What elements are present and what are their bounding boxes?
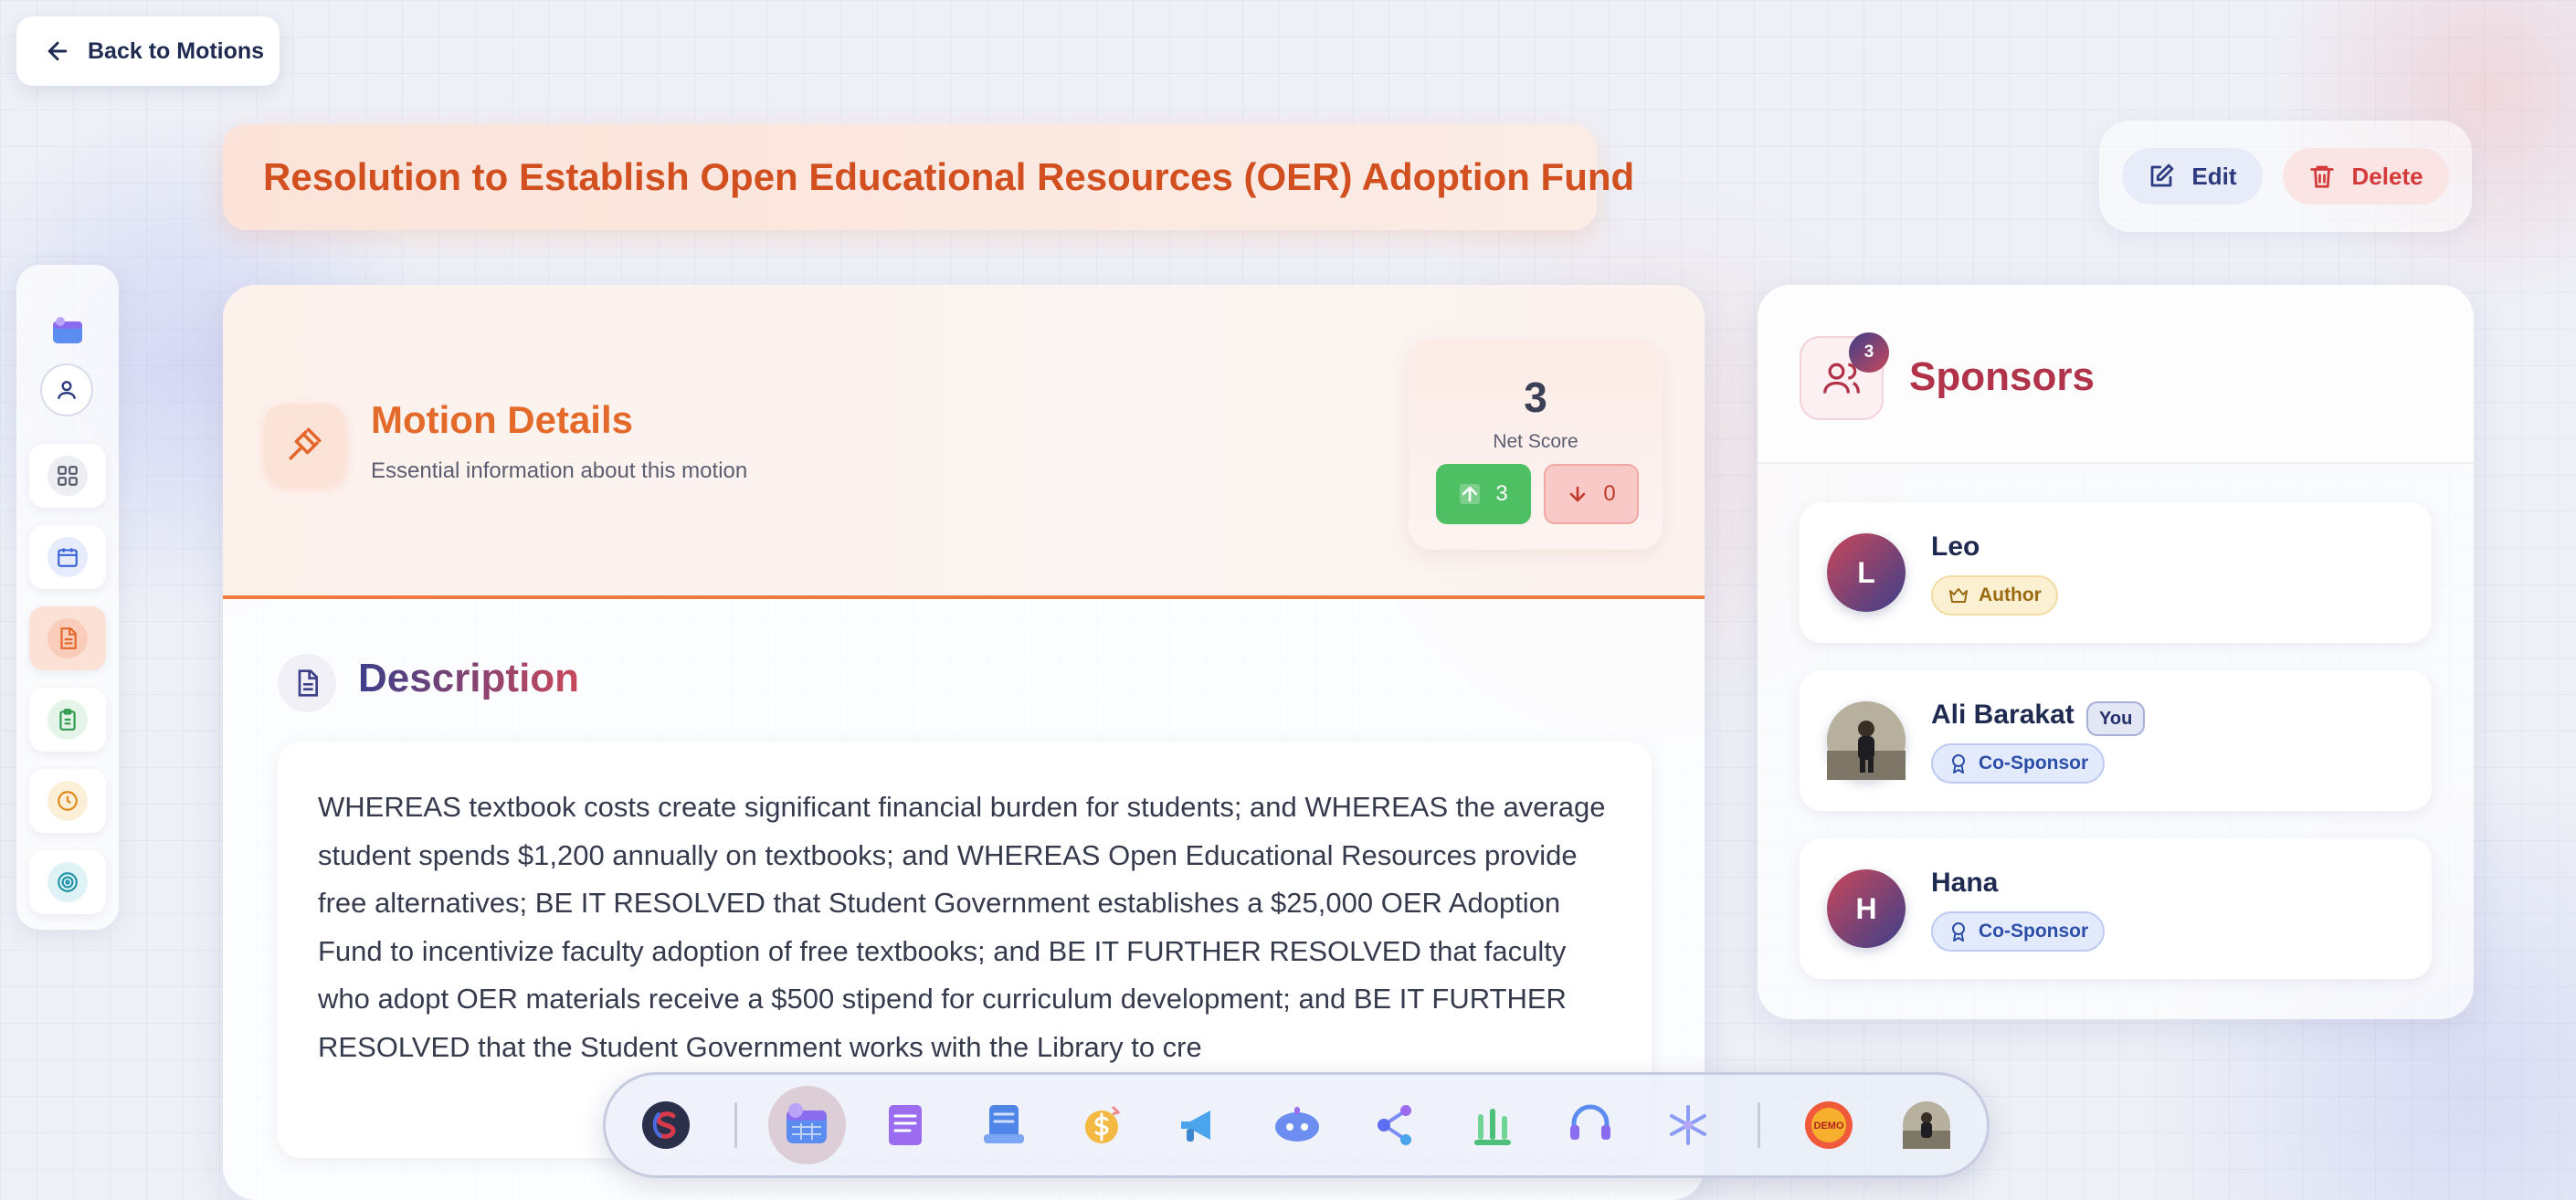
sponsors-title: Sponsors <box>1909 354 2095 399</box>
trash-icon <box>2309 165 2334 188</box>
demo-badge-icon[interactable]: DEMO <box>1800 1096 1858 1154</box>
app-dock: DEMO <box>603 1072 1990 1178</box>
snowflake-app-icon[interactable] <box>1660 1096 1717 1154</box>
arrow-down-icon <box>1570 486 1586 502</box>
award-icon <box>1952 922 1965 942</box>
back-label: Back to Motions <box>88 37 265 64</box>
page-title: Resolution to Establish Open Educational… <box>263 155 1635 198</box>
gavel-icon <box>265 404 345 484</box>
avatar: L <box>1827 533 1906 612</box>
sponsors-header: 3 Sponsors <box>1758 285 2474 464</box>
motion-actions: Edit Delete <box>2099 121 2472 232</box>
role-label: Co-Sponsor <box>1979 753 2089 774</box>
upvote-button[interactable]: 3 <box>1436 464 1531 524</box>
clock-icon <box>58 791 78 811</box>
net-score-panel: 3 Net Score 3 0 <box>1409 340 1663 550</box>
arrow-left-icon <box>48 41 68 61</box>
motion-title-banner: Resolution to Establish Open Educational… <box>223 124 1634 230</box>
support-app-icon[interactable] <box>1562 1096 1620 1154</box>
dock-divider <box>1757 1102 1760 1148</box>
description-title: Description <box>358 656 580 700</box>
network-app-icon[interactable] <box>1366 1096 1423 1154</box>
back-to-motions-button[interactable]: Back to Motions <box>16 16 280 86</box>
sponsor-card[interactable]: H Hana Co-Sponsor <box>1800 838 2432 979</box>
avatar <box>1827 701 1906 780</box>
user-profile-button[interactable] <box>40 363 93 416</box>
announcements-app-icon[interactable] <box>1170 1096 1228 1154</box>
motion-details-title: Motion Details <box>371 398 634 441</box>
role-badge: Author <box>1931 575 2058 616</box>
arrow-up-icon <box>1460 484 1481 504</box>
sidebar-item-dashboard[interactable] <box>29 444 106 508</box>
role-label: Author <box>1979 584 2042 605</box>
crown-icon <box>1949 588 1968 603</box>
user-avatar-icon[interactable] <box>1898 1096 1956 1154</box>
edit-button[interactable]: Edit <box>2122 148 2263 205</box>
edit-label: Edit <box>2191 162 2237 190</box>
sidebar <box>16 265 119 930</box>
net-score-value: 3 <box>1524 374 1547 421</box>
net-score-label: Net Score <box>1493 431 1578 452</box>
sidebar-item-calendar[interactable] <box>29 525 106 589</box>
sg-logo-icon[interactable] <box>637 1096 694 1154</box>
avatar: H <box>1827 869 1906 948</box>
target-icon <box>58 872 78 892</box>
ai-assistant-app-icon[interactable] <box>1268 1096 1325 1154</box>
downvote-count: 0 <box>1603 481 1616 506</box>
award-icon <box>1952 754 1965 774</box>
sidebar-item-tasks[interactable] <box>29 688 106 752</box>
role-badge: Co-Sponsor <box>1931 911 2106 952</box>
sponsor-card[interactable]: L Leo Author <box>1800 502 2432 643</box>
motion-details-card: Motion Details Essential information abo… <box>223 285 1705 1200</box>
calendar-icon <box>58 548 78 567</box>
sidebar-item-motions[interactable] <box>29 606 106 670</box>
document-icon <box>60 627 77 649</box>
dashboard-icon <box>58 466 78 486</box>
sponsor-name: Hana <box>1931 868 1999 898</box>
documents-app-icon[interactable] <box>975 1096 1032 1154</box>
you-badge: You <box>2086 701 2146 736</box>
role-label: Co-Sponsor <box>1979 921 2089 942</box>
edit-icon <box>2151 163 2174 187</box>
calendar-app-icon[interactable] <box>51 316 84 345</box>
clipboard-icon <box>59 709 76 731</box>
analytics-app-icon[interactable] <box>1464 1096 1522 1154</box>
sponsor-count-badge: 3 <box>1849 332 1889 373</box>
delete-label: Delete <box>2351 162 2423 190</box>
sidebar-item-goals[interactable] <box>29 850 106 914</box>
document-text-icon <box>278 654 336 712</box>
motion-details-header: Motion Details Essential information abo… <box>223 285 1705 599</box>
downvote-button[interactable]: 0 <box>1544 464 1639 524</box>
notes-app-icon[interactable] <box>877 1096 934 1154</box>
upvote-count: 3 <box>1495 481 1508 506</box>
finance-app-icon[interactable] <box>1072 1096 1130 1154</box>
delete-button[interactable]: Delete <box>2282 148 2449 205</box>
sponsors-card: 3 Sponsors L Leo Author Ali Barakat You … <box>1758 285 2474 1019</box>
motion-details-subtitle: Essential information about this motion <box>371 458 748 483</box>
user-icon <box>58 381 76 399</box>
sponsor-card[interactable]: Ali Barakat You Co-Sponsor <box>1800 670 2432 811</box>
calendar-app-icon[interactable] <box>768 1086 846 1164</box>
dock-divider <box>734 1102 738 1148</box>
sponsor-name: Ali Barakat <box>1931 700 2075 730</box>
sidebar-item-history[interactable] <box>29 769 106 833</box>
sponsor-name: Leo <box>1931 532 1980 562</box>
demo-label: DEMO <box>1814 1121 1844 1132</box>
role-badge: Co-Sponsor <box>1931 743 2106 784</box>
